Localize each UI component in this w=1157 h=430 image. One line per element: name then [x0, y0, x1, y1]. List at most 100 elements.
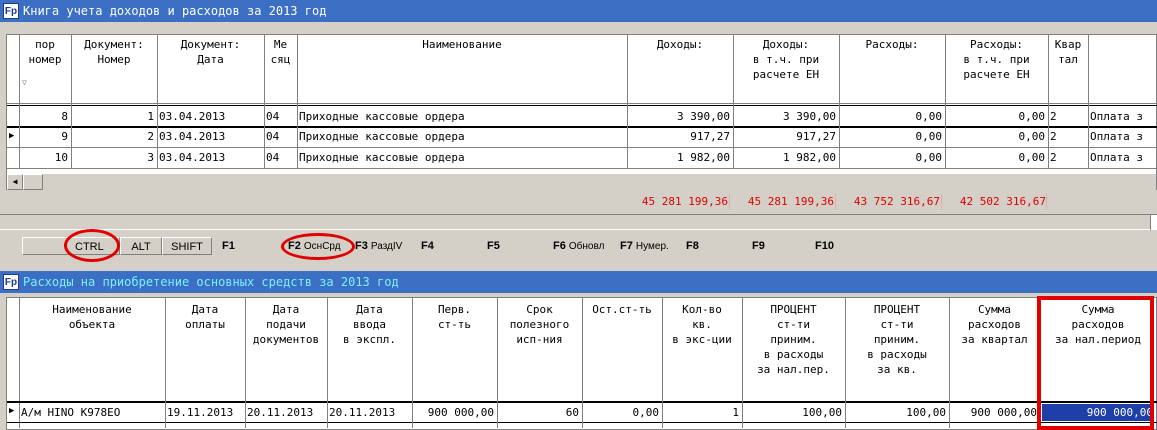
window-title-bar-fixed-assets: Fp Расходы на приобретение основных сред… [0, 271, 1157, 293]
horizontal-scrollbar[interactable]: ◀ [7, 174, 1156, 190]
column-header[interactable]: Доходы: в т.ч. при расчете ЕН [733, 37, 839, 82]
column-header[interactable]: Документ: Номер [71, 37, 157, 67]
table-cell[interactable]: 1 982,00 [629, 150, 730, 165]
column-header[interactable]: Срок полезного исп-ния [497, 302, 582, 347]
totals-row: 45 281 199,36 45 281 199,36 43 752 316,6… [0, 192, 1157, 212]
table-cell[interactable]: 3 390,00 [629, 109, 730, 124]
table-cell[interactable]: 0,00 [841, 109, 943, 124]
f6-key-number: F6 [553, 240, 566, 252]
table-cell[interactable]: 0,00 [841, 150, 943, 165]
column-header[interactable]: Ме сяц [264, 37, 297, 67]
table-cell[interactable]: 0,00 [947, 109, 1046, 124]
column-header[interactable]: Доходы: [627, 37, 733, 52]
column-header[interactable]: Ост.ст-ть [582, 302, 662, 317]
table-cell[interactable]: 1 [73, 109, 154, 124]
table-cell[interactable]: 20.11.2013 [329, 405, 409, 420]
fixed-assets-grid[interactable]: Наименование объекта Дата оплаты Дата пода… [6, 297, 1157, 430]
table-cell[interactable]: 2 [73, 129, 154, 144]
window-title: Книга учета доходов и расходов за 2013 г… [23, 4, 327, 18]
f3-key-label: РаздIV [370, 241, 403, 252]
table-cell[interactable]: 9 [21, 129, 68, 144]
app-icon: Fp [3, 3, 19, 19]
f7-key[interactable]: F7 Нумер. [620, 237, 669, 255]
column-header[interactable]: Сумма расходов за квартал [949, 302, 1040, 347]
ctrl-highlight-oval [64, 229, 120, 262]
table-cell[interactable]: 60 [499, 405, 579, 420]
table-cell[interactable]: 900 000,00 [951, 405, 1037, 420]
table-cell[interactable]: 0,00 [584, 405, 660, 420]
table-cell[interactable]: 100,00 [744, 405, 842, 420]
window-title: Расходы на приобретение основных средств… [23, 275, 399, 289]
current-row-indicator-icon: ▶ [9, 131, 15, 141]
table-cell[interactable]: Оплата з [1090, 150, 1155, 165]
column-header[interactable]: Наименование [297, 37, 627, 52]
alt-button[interactable]: ALT [120, 237, 162, 255]
f10-key[interactable]: F10 [815, 237, 834, 255]
column-header[interactable]: Квар тал [1048, 37, 1088, 67]
table-cell[interactable]: 20.11.2013 [247, 405, 324, 420]
table-cell[interactable]: 1 [664, 405, 739, 420]
table-cell[interactable]: Оплата з [1090, 129, 1155, 144]
table-cell[interactable]: Приходные кассовые ордера [299, 129, 624, 144]
current-row-indicator-icon: ▶ [9, 406, 15, 416]
table-cell[interactable]: 04 [266, 109, 294, 124]
total-income: 45 281 199,36 [641, 195, 728, 208]
table-cell[interactable]: 0,00 [841, 129, 943, 144]
column-header[interactable]: Наименование объекта [19, 302, 165, 332]
table-cell[interactable]: 04 [266, 150, 294, 165]
income-expense-grid[interactable]: пор номер Документ: Номер Документ: Дата Ме… [6, 34, 1157, 190]
table-cell[interactable]: Приходные кассовые ордера [299, 109, 624, 124]
window-title-bar-income: Fp Книга учета доходов и расходов за 201… [0, 0, 1157, 22]
table-cell[interactable]: 2 [1050, 150, 1085, 165]
table-cell[interactable]: 0,00 [947, 129, 1046, 144]
table-cell[interactable]: Приходные кассовые ордера [299, 150, 624, 165]
column-header[interactable]: Перв. ст-ть [412, 302, 497, 332]
f4-key[interactable]: F4 [421, 237, 434, 255]
total-income-en: 45 281 199,36 [747, 195, 834, 208]
scroll-left-icon[interactable]: ◀ [7, 174, 23, 190]
table-cell[interactable]: 917,27 [735, 129, 836, 144]
table-cell[interactable]: 3 390,00 [735, 109, 836, 124]
column-header[interactable]: Расходы: в т.ч. при расчете ЕН [945, 37, 1048, 82]
f5-key[interactable]: F5 [487, 237, 500, 255]
table-cell[interactable]: 10 [21, 150, 68, 165]
f1-key[interactable]: F1 [222, 237, 235, 255]
column-header[interactable]: Дата подачи документов [245, 302, 327, 347]
column-header[interactable]: ПРОЦЕНТ ст-ти приним. в расходы за нал.п… [742, 302, 845, 377]
table-cell[interactable]: 8 [21, 109, 68, 124]
table-cell[interactable]: 900 000,00 [414, 405, 494, 420]
table-cell[interactable]: 03.04.2013 [159, 150, 261, 165]
table-cell[interactable]: 03.04.2013 [159, 129, 261, 144]
table-cell[interactable]: 19.11.2013 [167, 405, 242, 420]
table-cell[interactable]: 2 [1050, 109, 1085, 124]
f8-key[interactable]: F8 [686, 237, 699, 255]
f3-key[interactable]: F3 РаздIV [355, 237, 402, 255]
f6-key-label: Обновл [568, 241, 605, 252]
table-cell[interactable]: А/м HINO K978EO [21, 405, 162, 420]
column-header[interactable]: Дата оплаты [165, 302, 245, 332]
f2-highlight-oval [281, 233, 355, 260]
table-cell[interactable]: 0,00 [947, 150, 1046, 165]
f9-key[interactable]: F9 [752, 237, 765, 255]
table-cell[interactable]: 3 [73, 150, 154, 165]
table-cell[interactable]: 03.04.2013 [159, 109, 261, 124]
column-header[interactable]: Кол-во кв. в экс-ции [662, 302, 742, 347]
column-header[interactable]: Расходы: [839, 37, 945, 52]
table-cell[interactable]: 917,27 [629, 129, 730, 144]
table-cell[interactable]: Оплата з [1090, 109, 1155, 124]
function-key-bar: CTRL ALT SHIFT F1 F2 ОснСрд F3 РаздIV F4… [0, 234, 1157, 258]
column-header[interactable]: пор номер [19, 37, 71, 67]
table-cell[interactable]: 1 982,00 [735, 150, 836, 165]
status-strip [0, 214, 1157, 230]
table-cell[interactable]: 100,00 [847, 405, 946, 420]
column-header[interactable]: Документ: Дата [157, 37, 264, 67]
sum-period-highlight-frame [1037, 296, 1154, 430]
f6-key[interactable]: F6 Обновл [553, 237, 604, 255]
column-header[interactable]: ПРОЦЕНТ ст-ти приним. в расходы за кв. [845, 302, 949, 377]
column-header[interactable]: Дата ввода в экспл. [327, 302, 412, 347]
table-cell[interactable]: 2 [1050, 129, 1085, 144]
table-cell[interactable]: 04 [266, 129, 294, 144]
shift-button[interactable]: SHIFT [162, 237, 212, 255]
scroll-thumb[interactable] [23, 174, 43, 190]
f7-key-number: F7 [620, 240, 633, 252]
